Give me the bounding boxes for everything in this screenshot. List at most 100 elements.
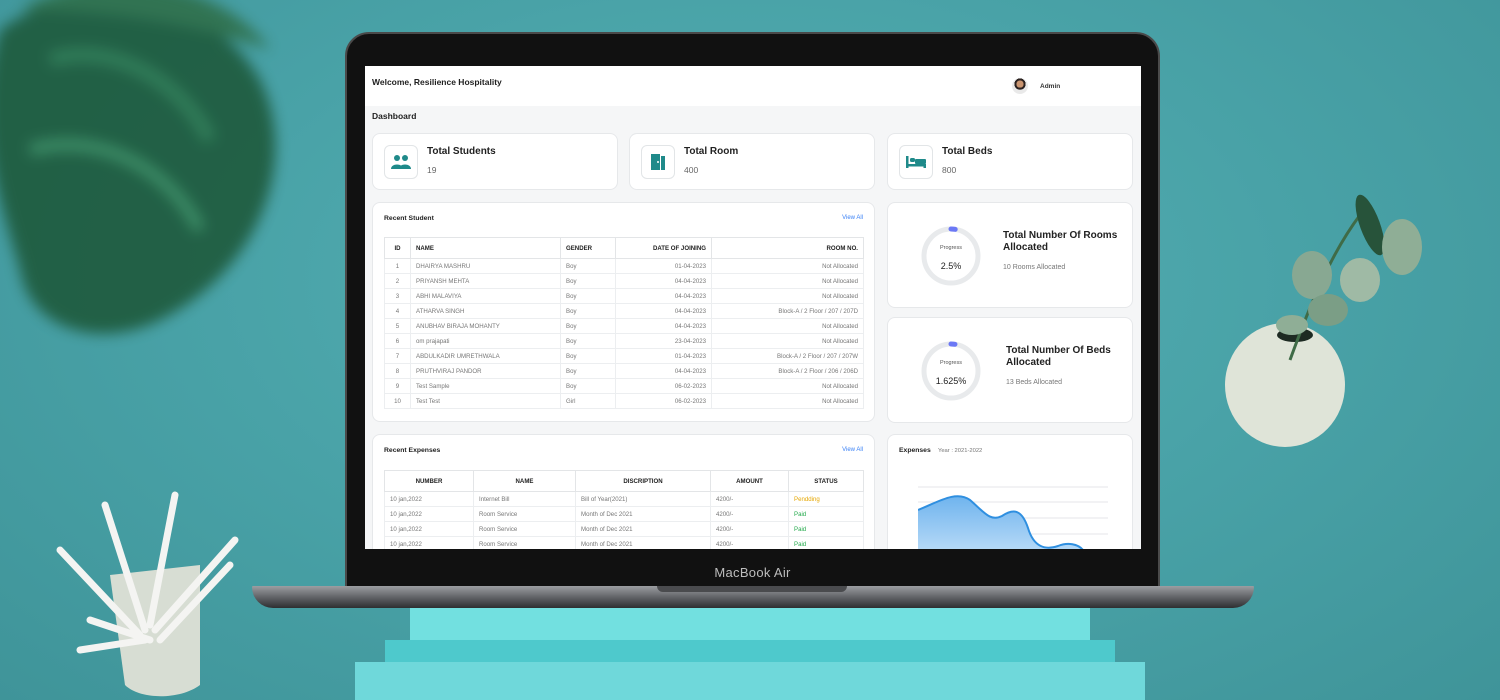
laptop-brand-label: MacBook Air bbox=[714, 565, 791, 580]
table-cell: om prajapati bbox=[410, 333, 561, 349]
column-header[interactable]: AMOUNT bbox=[710, 470, 789, 492]
table-cell: PRIYANSH MEHTA bbox=[410, 273, 561, 289]
table-row[interactable]: 6 om prajapati Boy 23-04-2023 Not Allocated bbox=[384, 333, 864, 349]
column-header[interactable]: ID bbox=[384, 237, 411, 259]
table-cell: Boy bbox=[560, 258, 616, 274]
rooms-allocated-title: Total Number Of Rooms Allocated bbox=[1003, 230, 1118, 253]
table-cell: Not Allocated bbox=[711, 393, 864, 409]
expenses-chart-year[interactable]: Year : 2021-2022 bbox=[938, 448, 982, 454]
top-bar: Welcome, Resilience Hospitality Admin bbox=[365, 66, 1141, 106]
table-row[interactable]: 7 ABDULKADIR UMRETHWALA Boy 01-04-2023 Block… bbox=[384, 348, 864, 364]
pedestal-decoration bbox=[355, 605, 1145, 700]
table-row[interactable]: 1 DHAIRYA MASHRU Boy 01-04-2023 Not Allocate… bbox=[384, 258, 864, 274]
table-cell: Not Allocated bbox=[711, 288, 864, 304]
column-header[interactable]: NAME bbox=[473, 470, 576, 492]
table-cell: 01-04-2023 bbox=[615, 348, 712, 364]
table-cell: Month of Dec 2021 bbox=[575, 536, 711, 549]
table-cell: 8 bbox=[384, 363, 411, 379]
recent-expenses-card: Recent Expenses View All NUMBER NAME DIS… bbox=[372, 434, 875, 549]
avatar[interactable] bbox=[1012, 78, 1028, 94]
table-cell: 10 jan,2022 bbox=[384, 506, 474, 522]
stat-value: 400 bbox=[684, 165, 699, 175]
welcome-text: Welcome, Resilience Hospitality bbox=[372, 77, 502, 87]
table-cell: Paid bbox=[788, 536, 864, 549]
table-row[interactable]: 2 PRIYANSH MEHTA Boy 04-04-2023 Not Allocate… bbox=[384, 273, 864, 289]
stat-card-rooms[interactable]: Total Room 400 bbox=[629, 133, 875, 190]
stat-card-beds[interactable]: Total Beds 800 bbox=[887, 133, 1133, 190]
table-cell: Room Service bbox=[473, 521, 576, 537]
table-cell: Block-A / 2 Floor / 207 / 207D bbox=[711, 303, 864, 319]
table-row[interactable]: 5 ANUBHAV BIRAJA MOHANTY Boy 04-04-2023 Not … bbox=[384, 318, 864, 334]
students-table: ID NAME GENDER DATE OF JOINING ROOM NO. … bbox=[384, 237, 864, 409]
table-cell: 4200/- bbox=[710, 506, 789, 522]
stat-label: Total Room bbox=[684, 146, 739, 157]
column-header[interactable]: DISCRIPTION bbox=[575, 470, 711, 492]
column-header[interactable]: STATUS bbox=[788, 470, 864, 492]
table-cell: 10 jan,2022 bbox=[384, 536, 474, 549]
table-cell: 23-04-2023 bbox=[615, 333, 712, 349]
table-row[interactable]: 4 ATHARVA SINGH Boy 04-04-2023 Block-A / 2 F… bbox=[384, 303, 864, 319]
table-cell: Boy bbox=[560, 318, 616, 334]
expenses-area bbox=[918, 496, 1082, 549]
table-row[interactable]: 3 ABHI MALAVIYA Boy 04-04-2023 Not Allocated bbox=[384, 288, 864, 304]
table-cell: Room Service bbox=[473, 536, 576, 549]
table-row[interactable]: 10 jan,2022 Internet Bill Bill of Year(202… bbox=[384, 491, 864, 507]
table-cell: ABDULKADIR UMRETHWALA bbox=[410, 348, 561, 364]
table-cell: Not Allocated bbox=[711, 258, 864, 274]
table-row[interactable]: 9 Test Sample Boy 06-02-2023 Not Allocated bbox=[384, 378, 864, 394]
table-cell: Test Test bbox=[410, 393, 561, 409]
table-cell: 7 bbox=[384, 348, 411, 364]
column-header[interactable]: NAME bbox=[410, 237, 561, 259]
table-cell: Boy bbox=[560, 273, 616, 289]
vase-plant-decoration bbox=[1225, 194, 1422, 447]
table-cell: 2 bbox=[384, 273, 411, 289]
table-cell: Bill of Year(2021) bbox=[575, 491, 711, 507]
user-name[interactable]: Admin bbox=[1040, 83, 1060, 90]
expenses-chart-title: Expenses bbox=[899, 447, 931, 454]
stat-card-students[interactable]: Total Students 19 bbox=[372, 133, 618, 190]
progress-caption: Progress bbox=[939, 360, 962, 366]
stat-label: Total Students bbox=[427, 146, 496, 157]
table-cell: 04-04-2023 bbox=[615, 288, 712, 304]
column-header[interactable]: DATE OF JOINING bbox=[615, 237, 712, 259]
rooms-progress-ring bbox=[921, 226, 981, 286]
table-header-row: ID NAME GENDER DATE OF JOINING ROOM NO. bbox=[384, 237, 864, 259]
stat-value: 800 bbox=[942, 165, 957, 175]
table-cell: 9 bbox=[384, 378, 411, 394]
beds-progress-ring bbox=[921, 341, 981, 401]
table-cell: 6 bbox=[384, 333, 411, 349]
expenses-chart-card: Expenses Year : 2021-2022 bbox=[887, 434, 1133, 549]
table-cell: 4200/- bbox=[710, 491, 789, 507]
table-cell: Boy bbox=[560, 333, 616, 349]
recent-expenses-title: Recent Expenses bbox=[384, 447, 441, 454]
table-cell: Boy bbox=[560, 378, 616, 394]
table-cell: Boy bbox=[560, 363, 616, 379]
table-cell: Not Allocated bbox=[711, 378, 864, 394]
table-row[interactable]: 10 Test Test Girl 06-02-2023 Not Allocated bbox=[384, 393, 864, 409]
table-row[interactable]: 8 PRUTHVIRAJ PANDOR Boy 04-04-2023 Block-A /… bbox=[384, 363, 864, 379]
table-cell: Block-A / 2 Floor / 207 / 207W bbox=[711, 348, 864, 364]
table-cell: 10 bbox=[384, 393, 411, 409]
view-all-students-link[interactable]: View All bbox=[842, 215, 863, 221]
column-header[interactable]: ROOM NO. bbox=[711, 237, 864, 259]
table-cell: 04-04-2023 bbox=[615, 363, 712, 379]
view-all-expenses-link[interactable]: View All bbox=[842, 447, 863, 453]
table-cell: 4200/- bbox=[710, 536, 789, 549]
progress-caption: Progress bbox=[939, 245, 962, 251]
table-cell: 4 bbox=[384, 303, 411, 319]
table-cell: DHAIRYA MASHRU bbox=[410, 258, 561, 274]
table-cell: Not Allocated bbox=[711, 273, 864, 289]
table-cell: Month of Dec 2021 bbox=[575, 506, 711, 522]
beds-allocated-title: Total Number Of Beds Allocated bbox=[1006, 345, 1111, 368]
column-header[interactable]: NUMBER bbox=[384, 470, 474, 492]
table-cell: Paid bbox=[788, 521, 864, 537]
table-cell: Not Allocated bbox=[711, 318, 864, 334]
column-header[interactable]: GENDER bbox=[560, 237, 616, 259]
table-row[interactable]: 10 jan,2022 Room Service Month of Dec 2021… bbox=[384, 506, 864, 522]
stat-label: Total Beds bbox=[942, 146, 993, 157]
table-header-row: NUMBER NAME DISCRIPTION AMOUNT STATUS bbox=[384, 470, 864, 492]
table-row[interactable]: 10 jan,2022 Room Service Month of Dec 2021… bbox=[384, 536, 864, 549]
progress-value: 2.5% bbox=[940, 261, 962, 271]
table-row[interactable]: 10 jan,2022 Room Service Month of Dec 2021… bbox=[384, 521, 864, 537]
table-cell: Test Sample bbox=[410, 378, 561, 394]
